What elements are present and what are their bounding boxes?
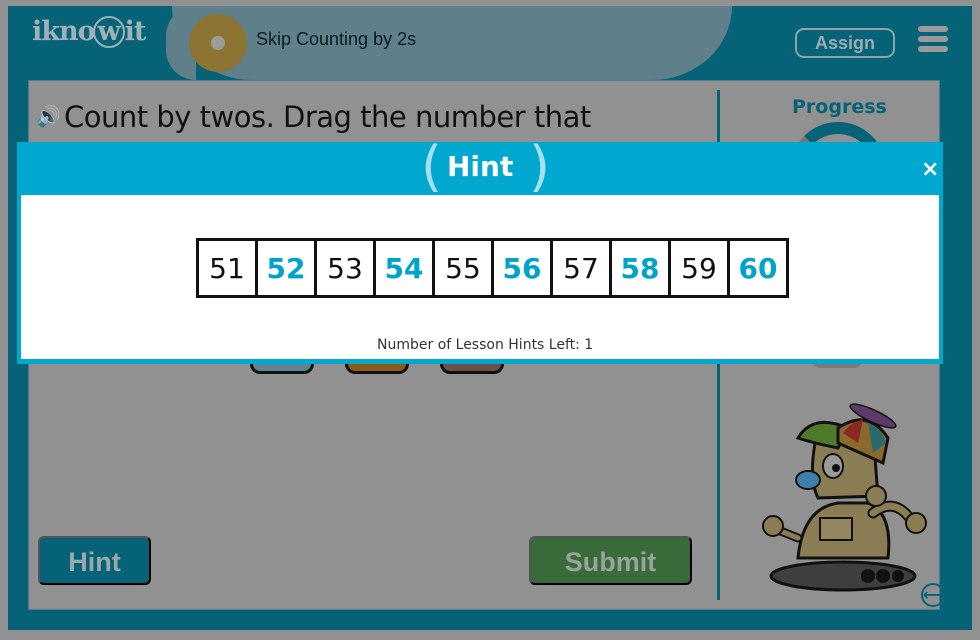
lesson-screen: ikno w it Skip Counting by 2s Assign 🔊 Coun… — [0, 0, 980, 640]
number-line: 51 52 53 54 55 56 57 58 59 60 — [196, 238, 789, 298]
robot-wheel — [892, 570, 904, 582]
hint-button[interactable]: Hint — [38, 536, 151, 585]
number-cell-highlighted: 56 — [494, 241, 550, 295]
robot-nose — [795, 470, 821, 490]
hint-modal-body: 51 52 53 54 55 56 57 58 59 60 Number of Lesson Hi… — [21, 195, 939, 359]
number-cell-highlighted: 58 — [612, 241, 668, 295]
speaker-icon[interactable]: 🔊 — [36, 104, 64, 128]
lightbulb-icon: w — [92, 16, 125, 48]
question-text: Count by twos. Drag the number that — [64, 100, 591, 134]
number-cell-highlighted: 52 — [258, 241, 314, 295]
robot-left-hand — [762, 515, 784, 537]
number-cell: 55 — [435, 241, 491, 295]
iknowit-logo[interactable]: ikno w it — [32, 16, 147, 48]
progress-label: Progress — [792, 96, 887, 118]
assign-button[interactable]: Assign — [795, 28, 895, 58]
question-text-row: 🔊 Count by twos. Drag the number that — [36, 100, 591, 134]
submit-button[interactable]: Submit — [529, 536, 692, 585]
hints-left-text: Number of Lesson Hints Left: 1 — [377, 337, 594, 353]
number-cell-highlighted: 60 — [730, 241, 786, 295]
hint-modal-header: ( Hint ) × — [17, 135, 943, 198]
title-bracket-right: ) — [529, 135, 551, 198]
robot-wheel — [861, 569, 875, 583]
menu-bar — [918, 46, 948, 52]
lesson-title: Skip Counting by 2s — [256, 29, 417, 49]
menu-bar — [918, 36, 948, 42]
swap-horizontal-icon[interactable]: ⟷ — [921, 583, 946, 607]
menu-bar — [918, 26, 948, 32]
robot-chest-panel — [819, 517, 853, 541]
hamburger-menu-icon[interactable] — [918, 26, 948, 54]
robot-wheel — [876, 569, 890, 583]
robot-right-hand — [905, 512, 927, 534]
close-icon[interactable]: × — [921, 157, 939, 182]
number-cell: 57 — [553, 241, 609, 295]
title-bracket-left: ( — [421, 135, 443, 198]
robot-ear — [865, 485, 887, 507]
lesson-dot-icon — [189, 14, 247, 72]
number-cell-highlighted: 54 — [376, 241, 432, 295]
logo-text-end: it — [124, 16, 147, 47]
hint-modal-title: Hint — [447, 150, 514, 183]
number-cell: 51 — [199, 241, 255, 295]
hint-modal: ( Hint ) × 51 52 53 54 55 56 57 58 59 60 Number o… — [17, 135, 943, 364]
logo-text: ikno — [32, 16, 96, 47]
robot-pupil — [832, 464, 840, 472]
robot-mascot — [762, 403, 927, 592]
number-cell: 59 — [671, 241, 727, 295]
number-cell: 53 — [317, 241, 373, 295]
